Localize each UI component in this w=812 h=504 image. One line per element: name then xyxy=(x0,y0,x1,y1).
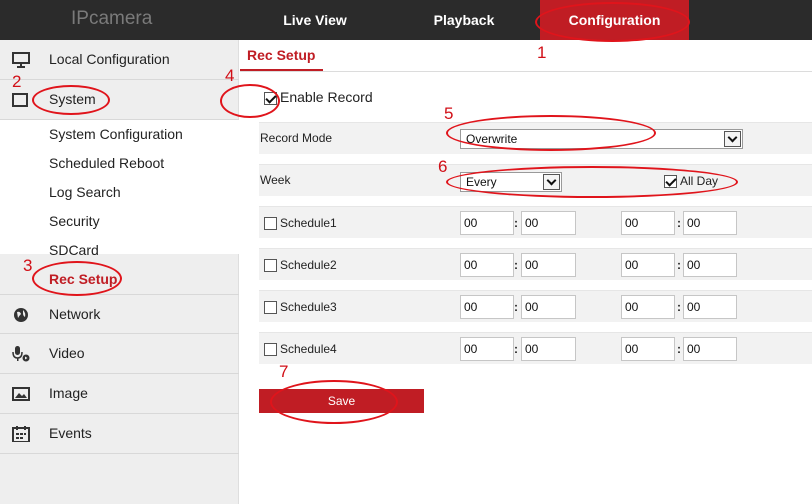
sidebar-item-image[interactable]: Image xyxy=(0,374,239,414)
time-colon: : xyxy=(514,258,518,272)
sidebar-item-label: Events xyxy=(49,425,92,441)
schedule2-start-hour[interactable]: 00 xyxy=(460,253,514,277)
tab-divider xyxy=(240,71,812,72)
sidebar-item-network[interactable]: Network xyxy=(0,294,239,334)
sidebar-item-local-configuration[interactable]: Local Configuration xyxy=(0,40,239,80)
system-icon xyxy=(12,93,28,107)
sidebar-subitem-rec-setup[interactable]: Rec Setup xyxy=(49,271,117,287)
record-mode-row: Record Mode Overwrite xyxy=(259,122,812,154)
schedule1-start-minute[interactable]: 00 xyxy=(521,211,576,235)
schedule4-end-minute[interactable]: 00 xyxy=(683,337,737,361)
schedule4-end-hour[interactable]: 00 xyxy=(621,337,675,361)
schedule1-label: Schedule1 xyxy=(280,216,337,230)
sidebar-subitem-security[interactable]: Security xyxy=(49,213,100,229)
nav-configuration[interactable]: Configuration xyxy=(540,0,689,40)
save-button[interactable]: Save xyxy=(259,389,424,413)
sidebar-subitem-scheduled-reboot[interactable]: Scheduled Reboot xyxy=(49,155,164,171)
sidebar-item-label: Local Configuration xyxy=(49,51,170,67)
enable-record-checkbox[interactable] xyxy=(264,92,277,105)
schedule3-end-minute[interactable]: 00 xyxy=(683,295,737,319)
week-row: Week Every All Day xyxy=(259,164,812,196)
schedule-row: Schedule4 00 : 00 00 : 00 xyxy=(259,332,812,364)
week-label: Week xyxy=(260,173,291,187)
sidebar-item-label: System xyxy=(49,91,96,107)
image-icon xyxy=(12,387,30,401)
schedule-row: Schedule3 00 : 00 00 : 00 xyxy=(259,290,812,322)
sidebar-item-video[interactable]: Video xyxy=(0,334,239,374)
time-colon: : xyxy=(514,216,518,230)
record-mode-select[interactable]: Overwrite xyxy=(460,129,743,149)
sidebar: Local Configuration System System Config… xyxy=(0,40,239,504)
schedule3-start-minute[interactable]: 00 xyxy=(521,295,576,319)
sidebar-item-label: Network xyxy=(49,306,101,322)
schedule-row: Schedule2 00 : 00 00 : 00 xyxy=(259,248,812,280)
schedule2-checkbox[interactable] xyxy=(264,259,277,272)
all-day-label: All Day xyxy=(680,174,719,188)
schedule2-start-minute[interactable]: 00 xyxy=(521,253,576,277)
time-colon: : xyxy=(677,342,681,356)
brand-logo: IPcamera xyxy=(71,8,153,29)
schedule3-start-hour[interactable]: 00 xyxy=(460,295,514,319)
time-colon: : xyxy=(514,342,518,356)
sidebar-subitem-sdcard[interactable]: SDCard xyxy=(49,242,99,258)
enable-record-label: Enable Record xyxy=(280,89,373,105)
chevron-down-icon[interactable] xyxy=(724,131,741,147)
time-colon: : xyxy=(677,258,681,272)
time-colon: : xyxy=(677,216,681,230)
time-colon: : xyxy=(514,300,518,314)
annotation-number: 4 xyxy=(225,66,235,85)
schedule1-start-hour[interactable]: 00 xyxy=(460,211,514,235)
time-colon: : xyxy=(677,300,681,314)
sidebar-item-events[interactable]: Events xyxy=(0,414,239,454)
top-navigation-bar: IPcamera Live View Playback Configuratio… xyxy=(0,0,812,40)
chevron-down-icon[interactable] xyxy=(543,174,560,190)
schedule2-label: Schedule2 xyxy=(280,258,337,272)
sidebar-item-label: Video xyxy=(49,345,85,361)
schedule2-end-minute[interactable]: 00 xyxy=(683,253,737,277)
record-mode-label: Record Mode xyxy=(260,131,333,145)
schedule4-start-hour[interactable]: 00 xyxy=(460,337,514,361)
schedule-row: Schedule1 00 : 00 00 : 00 xyxy=(259,206,812,238)
annotation-number: 5 xyxy=(444,104,454,123)
annotation-number: 1 xyxy=(537,43,547,62)
tab-rec-setup[interactable]: Rec Setup xyxy=(247,47,315,63)
annotation-number: 6 xyxy=(438,157,448,176)
nav-live-view[interactable]: Live View xyxy=(265,0,365,40)
week-select[interactable]: Every xyxy=(460,172,562,192)
schedule1-end-hour[interactable]: 00 xyxy=(621,211,675,235)
annotation-number: 2 xyxy=(12,72,22,91)
calendar-icon xyxy=(12,426,30,442)
schedule3-end-hour[interactable]: 00 xyxy=(621,295,675,319)
record-mode-value: Overwrite xyxy=(466,132,518,146)
schedule2-end-hour[interactable]: 00 xyxy=(621,253,675,277)
sidebar-subitem-system-configuration[interactable]: System Configuration xyxy=(49,126,183,142)
microphone-camera-icon xyxy=(12,346,30,362)
schedule3-label: Schedule3 xyxy=(280,300,337,314)
all-day-checkbox[interactable] xyxy=(664,175,677,188)
week-value: Every xyxy=(466,175,497,189)
annotation-number: 3 xyxy=(23,256,33,275)
nav-playback[interactable]: Playback xyxy=(414,0,514,40)
globe-icon xyxy=(14,308,28,322)
schedule1-end-minute[interactable]: 00 xyxy=(683,211,737,235)
schedule4-label: Schedule4 xyxy=(280,342,337,356)
annotation-number: 7 xyxy=(279,362,289,381)
schedule3-checkbox[interactable] xyxy=(264,301,277,314)
schedule4-start-minute[interactable]: 00 xyxy=(521,337,576,361)
schedule1-checkbox[interactable] xyxy=(264,217,277,230)
sidebar-subitem-log-search[interactable]: Log Search xyxy=(49,184,121,200)
sidebar-item-system[interactable]: System xyxy=(0,80,239,120)
schedule4-checkbox[interactable] xyxy=(264,343,277,356)
sidebar-item-label: Image xyxy=(49,385,88,401)
monitor-icon xyxy=(12,52,30,68)
